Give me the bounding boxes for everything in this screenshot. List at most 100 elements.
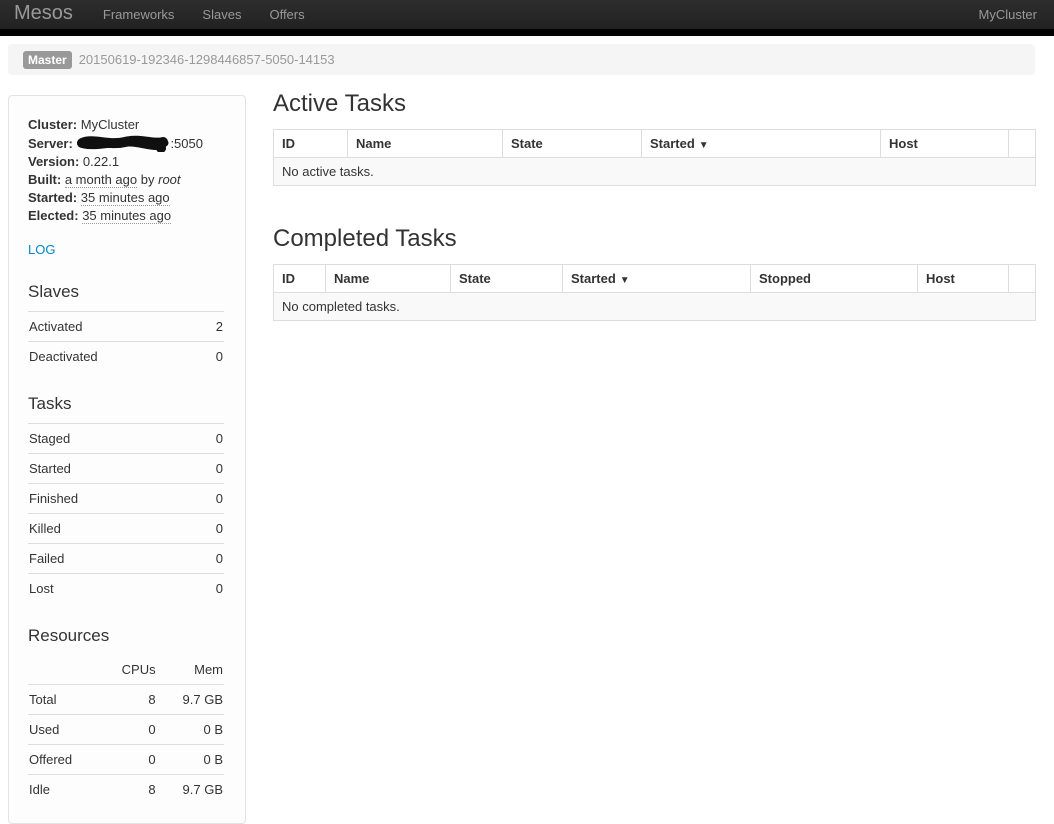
stat-value: 0 (194, 454, 224, 484)
stat-value: 0 (194, 514, 224, 544)
stat-label: Staged (28, 424, 194, 454)
sort-desc-icon: ▼ (620, 275, 630, 286)
slaves-section-title: Slaves (28, 282, 224, 302)
header-cell-empty (28, 655, 100, 685)
log-link[interactable]: LOG (28, 242, 55, 257)
header-cpus: CPUs (100, 655, 157, 685)
table-header-row: ID Name State Started▼ Host (274, 130, 1036, 158)
table-header-row: ID Name State Started▼ Stopped Host (274, 265, 1036, 293)
empty-state-message: No active tasks. (274, 158, 1036, 186)
header-cell-empty (1009, 265, 1036, 293)
built-user: root (158, 172, 180, 187)
stat-label: Failed (28, 544, 194, 574)
navbar-links: Frameworks Slaves Offers (89, 0, 319, 29)
redacted-server-address (77, 134, 169, 152)
stat-label: Used (28, 715, 100, 745)
empty-state-message: No completed tasks. (274, 293, 1036, 321)
table-row: Deactivated 0 (28, 342, 224, 372)
stat-value: 0 (194, 424, 224, 454)
completed-tasks-title: Completed Tasks (273, 225, 1035, 253)
table-row: Started 0 (28, 454, 224, 484)
stat-label: Started (28, 454, 194, 484)
table-row: Total 8 9.7 GB (28, 685, 224, 715)
elected-label: Elected: (28, 208, 79, 223)
tasks-table: Staged 0 Started 0 Finished 0 Killed 0 F… (28, 423, 224, 603)
table-row: Staged 0 (28, 424, 224, 454)
server-label: Server: (28, 136, 73, 151)
stat-mem: 0 B (157, 745, 224, 775)
completed-tasks-table: ID Name State Started▼ Stopped Host No c… (273, 264, 1036, 321)
empty-state-row: No active tasks. (274, 158, 1036, 186)
slaves-table: Activated 2 Deactivated 0 (28, 311, 224, 371)
cluster-value: MyCluster (81, 117, 140, 132)
col-started[interactable]: Started▼ (563, 265, 751, 293)
started-label: Started: (28, 190, 77, 205)
stat-cpus: 0 (100, 745, 157, 775)
col-state[interactable]: State (503, 130, 642, 158)
table-row: Used 0 0 B (28, 715, 224, 745)
version-info-line: Version: 0.22.1 (28, 153, 224, 171)
elected-value: 35 minutes ago (82, 208, 171, 224)
stat-label: Killed (28, 514, 194, 544)
elected-info-line: Elected: 35 minutes ago (28, 207, 224, 225)
mesos-brand-link[interactable]: Mesos (0, 2, 89, 27)
version-label: Version: (28, 154, 79, 169)
stat-mem: 9.7 GB (157, 775, 224, 805)
col-state[interactable]: State (451, 265, 563, 293)
resources-section-title: Resources (28, 626, 224, 646)
stat-value: 0 (194, 544, 224, 574)
col-id[interactable]: ID (274, 265, 326, 293)
header-mem: Mem (157, 655, 224, 685)
col-host[interactable]: Host (918, 265, 1009, 293)
server-info-line: Server: :5050 (28, 134, 224, 153)
version-value: 0.22.1 (83, 154, 119, 169)
stat-label: Finished (28, 484, 194, 514)
empty-state-row: No completed tasks. (274, 293, 1036, 321)
active-tasks-title: Active Tasks (273, 90, 1035, 118)
main-content: Active Tasks ID Name State Started▼ Host… (273, 75, 1035, 321)
master-info-panel: Cluster: MyCluster Server: :5050 Version… (8, 95, 246, 824)
col-stopped[interactable]: Stopped (751, 265, 918, 293)
stat-cpus: 8 (100, 685, 157, 715)
table-row: Failed 0 (28, 544, 224, 574)
col-name[interactable]: Name (348, 130, 503, 158)
col-name[interactable]: Name (326, 265, 451, 293)
col-id[interactable]: ID (274, 130, 348, 158)
stat-label: Idle (28, 775, 100, 805)
cluster-label: Cluster: (28, 117, 77, 132)
table-row: Idle 8 9.7 GB (28, 775, 224, 805)
col-started[interactable]: Started▼ (642, 130, 881, 158)
stat-value: 2 (201, 312, 224, 342)
started-info-line: Started: 35 minutes ago (28, 189, 224, 207)
tasks-section-title: Tasks (28, 394, 224, 414)
built-info-line: Built: a month ago by root (28, 171, 224, 189)
built-time: a month ago (65, 172, 137, 188)
stat-value: 0 (201, 342, 224, 372)
table-row: Killed 0 (28, 514, 224, 544)
top-navbar: Mesos Frameworks Slaves Offers MyCluster (0, 0, 1054, 36)
stat-cpus: 8 (100, 775, 157, 805)
nav-link-frameworks[interactable]: Frameworks (89, 7, 189, 22)
breadcrumb: Master 20150619-192346-1298446857-5050-1… (8, 44, 1035, 75)
stat-label: Activated (28, 312, 201, 342)
stat-value: 0 (194, 574, 224, 604)
table-row: Lost 0 (28, 574, 224, 604)
active-tasks-table: ID Name State Started▼ Host No active ta… (273, 129, 1036, 186)
built-label: Built: (28, 172, 61, 187)
header-cell-empty (1009, 130, 1036, 158)
sort-desc-icon: ▼ (699, 140, 709, 151)
stat-mem: 9.7 GB (157, 685, 224, 715)
started-value: 35 minutes ago (81, 190, 170, 206)
resources-table: CPUs Mem Total 8 9.7 GB Used 0 0 B Offer… (28, 655, 224, 804)
built-connector: by (141, 172, 155, 187)
navbar-cluster-name: MyCluster (978, 7, 1054, 22)
nav-link-slaves[interactable]: Slaves (188, 7, 255, 22)
table-row: Offered 0 0 B (28, 745, 224, 775)
master-id: 20150619-192346-1298446857-5050-14153 (79, 52, 335, 67)
col-host[interactable]: Host (881, 130, 1009, 158)
master-badge: Master (23, 51, 72, 69)
nav-link-offers[interactable]: Offers (255, 7, 318, 22)
table-header-row: CPUs Mem (28, 655, 224, 685)
stat-mem: 0 B (157, 715, 224, 745)
stat-label: Lost (28, 574, 194, 604)
